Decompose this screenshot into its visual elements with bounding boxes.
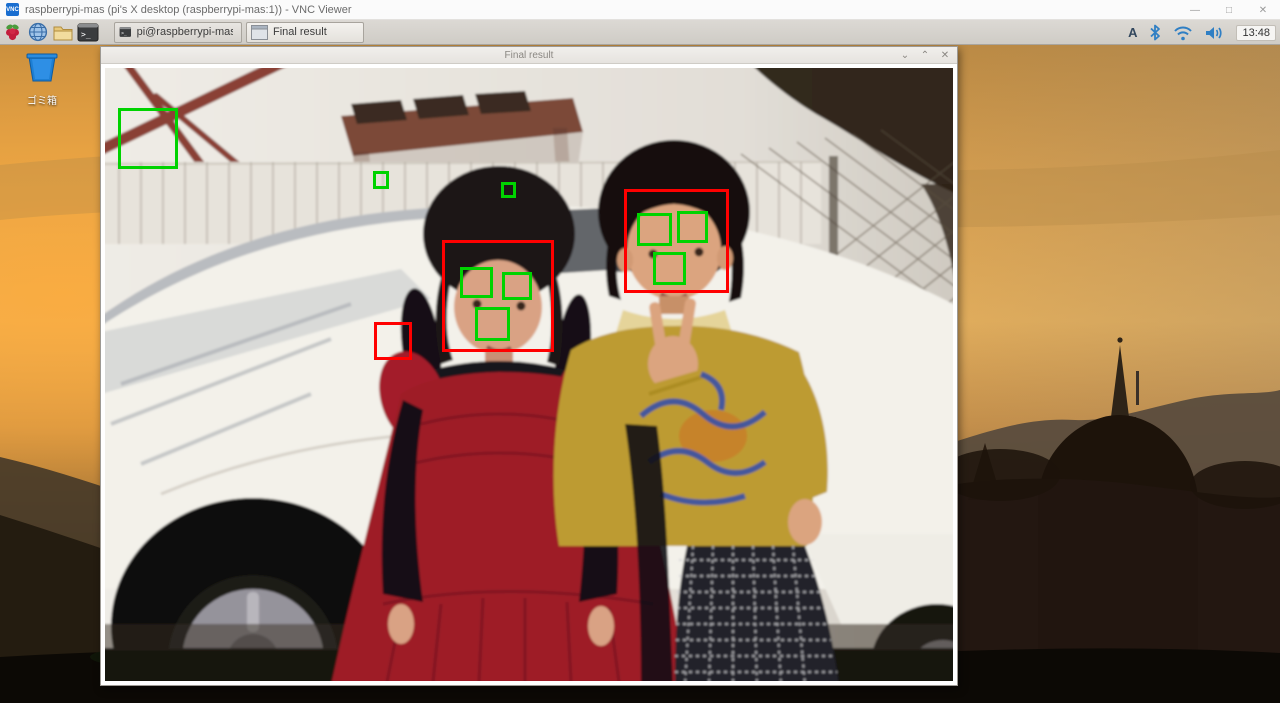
trash-can-icon bbox=[25, 51, 59, 85]
maximize-button[interactable]: ⌃ bbox=[917, 47, 933, 64]
bluetooth-icon[interactable] bbox=[1149, 24, 1161, 41]
wifi-icon[interactable] bbox=[1173, 25, 1193, 41]
task-label: Final result bbox=[273, 26, 327, 38]
menu-raspberry-icon[interactable] bbox=[0, 21, 25, 44]
taskbar-task-terminal[interactable]: >_ pi@raspberrypi-mas: ~/wo... bbox=[114, 22, 242, 43]
svg-text:>_: >_ bbox=[81, 30, 91, 39]
detection-feature-background-2 bbox=[373, 171, 389, 189]
trash-shortcut[interactable]: ゴミ箱 bbox=[14, 51, 70, 107]
detection-feature-background-3 bbox=[501, 182, 516, 198]
terminal-icon: >_ bbox=[119, 24, 132, 40]
detection-feature-background-1 bbox=[118, 108, 178, 169]
window-title: Final result bbox=[505, 50, 554, 61]
detection-overlay bbox=[101, 64, 957, 685]
taskbar-task-final-result[interactable]: Final result bbox=[246, 22, 364, 43]
trash-label: ゴミ箱 bbox=[14, 92, 70, 107]
detection-mouth-left-child bbox=[475, 307, 510, 341]
final-result-window: Final result ⌄ ⌃ ✕ bbox=[100, 46, 958, 686]
vnc-titlebar: VNC raspberrypi-mas (pi's X desktop (ras… bbox=[0, 0, 1280, 20]
final-result-titlebar[interactable]: Final result ⌄ ⌃ ✕ bbox=[101, 47, 957, 64]
web-browser-icon[interactable] bbox=[25, 21, 50, 44]
svg-text:>_: >_ bbox=[121, 32, 127, 37]
maximize-button[interactable]: □ bbox=[1212, 0, 1246, 20]
task-label: pi@raspberrypi-mas: ~/wo... bbox=[137, 26, 233, 38]
detection-eye-left-child-1 bbox=[460, 267, 493, 298]
detection-eye-left-child-2 bbox=[502, 272, 532, 300]
terminal-icon[interactable]: >_ bbox=[75, 21, 100, 44]
taskbar: >_ >_ pi@raspberrypi-mas: ~/wo... Final … bbox=[0, 20, 1280, 45]
keyboard-layout-indicator[interactable]: A bbox=[1128, 25, 1137, 40]
volume-icon[interactable] bbox=[1205, 25, 1224, 41]
minimize-button[interactable]: — bbox=[1178, 0, 1212, 20]
close-button[interactable]: ✕ bbox=[937, 47, 953, 64]
desktop: ゴミ箱 Final result ⌄ ⌃ ✕ bbox=[0, 45, 1280, 703]
window-icon bbox=[251, 25, 268, 40]
photo-viewport bbox=[101, 64, 957, 685]
detection-eye-right-child-1 bbox=[637, 213, 672, 246]
minimize-button[interactable]: ⌄ bbox=[897, 47, 913, 64]
vnc-window-title: raspberrypi-mas (pi's X desktop (raspber… bbox=[25, 4, 352, 16]
detection-mouth-right-child bbox=[653, 252, 686, 285]
taskbar-clock[interactable]: 13:48 bbox=[1236, 25, 1276, 41]
close-button[interactable]: ✕ bbox=[1246, 0, 1280, 20]
detection-face-false-positive bbox=[374, 322, 412, 360]
vnc-logo-icon: VNC bbox=[6, 3, 19, 16]
file-manager-icon[interactable] bbox=[50, 21, 75, 44]
detection-eye-right-child-2 bbox=[677, 211, 708, 243]
